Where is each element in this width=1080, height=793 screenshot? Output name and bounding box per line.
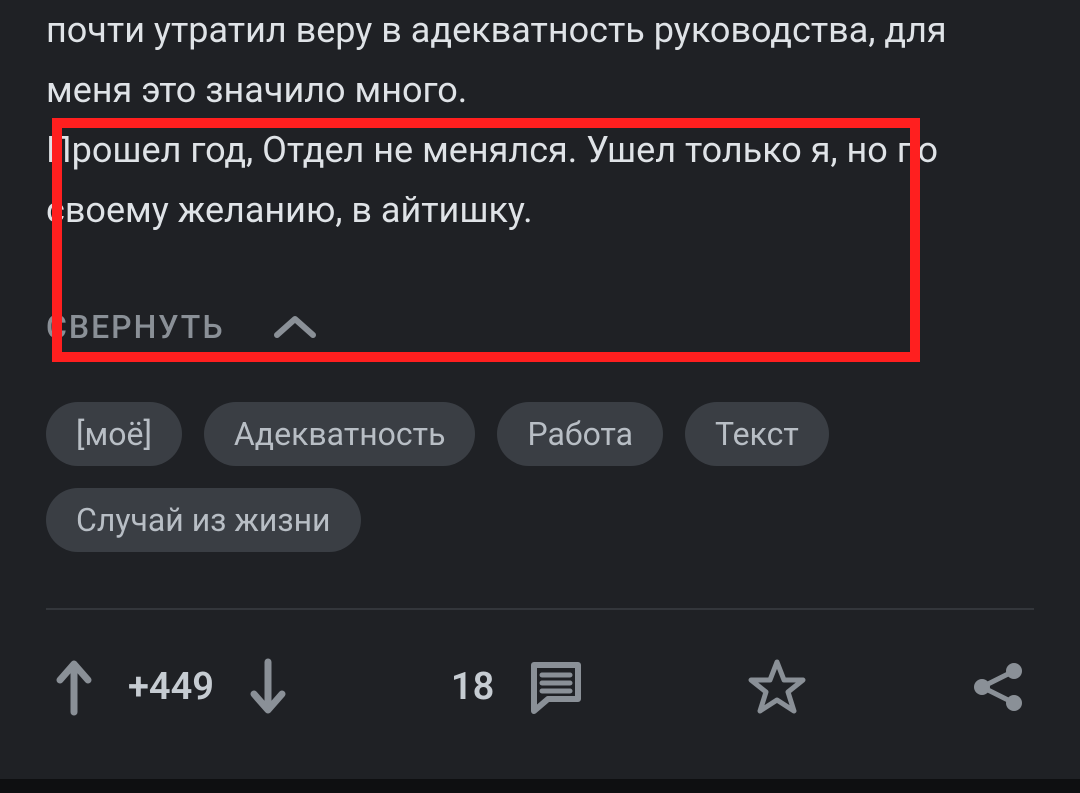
tag[interactable]: Случай из жизни [46,488,361,552]
tag[interactable]: Адекватность [204,402,476,466]
post-body: почти утратил веру в адекватность руково… [46,0,1034,240]
upvote-icon[interactable] [54,658,94,716]
post-container: почти утратил веру в адекватность руково… [0,0,1080,756]
vote-group: +449 [54,658,288,716]
tag[interactable]: Работа [497,402,663,466]
share-icon[interactable] [970,659,1026,715]
collapse-label: СВЕРНУТЬ [46,308,225,346]
chevron-up-icon [273,313,317,341]
comments-count: 18 [451,665,494,709]
comment-icon [528,659,584,715]
post-paragraph-1: почти утратил веру в адекватность руково… [46,9,947,111]
score-value: +449 [128,665,214,709]
comments-button[interactable]: 18 [451,659,584,715]
post-paragraph-2: Прошел год, Отдел не менялся. Ушел тольк… [46,129,938,231]
favorite-star-icon[interactable] [747,658,807,716]
tag-list: [моё] Адекватность Работа Текст Случай и… [46,402,1034,552]
tag[interactable]: [моё] [46,402,182,466]
screen-separator [0,779,1080,793]
action-bar: +449 18 [46,610,1034,756]
collapse-button[interactable]: СВЕРНУТЬ [46,308,1034,346]
tag[interactable]: Текст [685,402,829,466]
downvote-icon[interactable] [248,658,288,716]
